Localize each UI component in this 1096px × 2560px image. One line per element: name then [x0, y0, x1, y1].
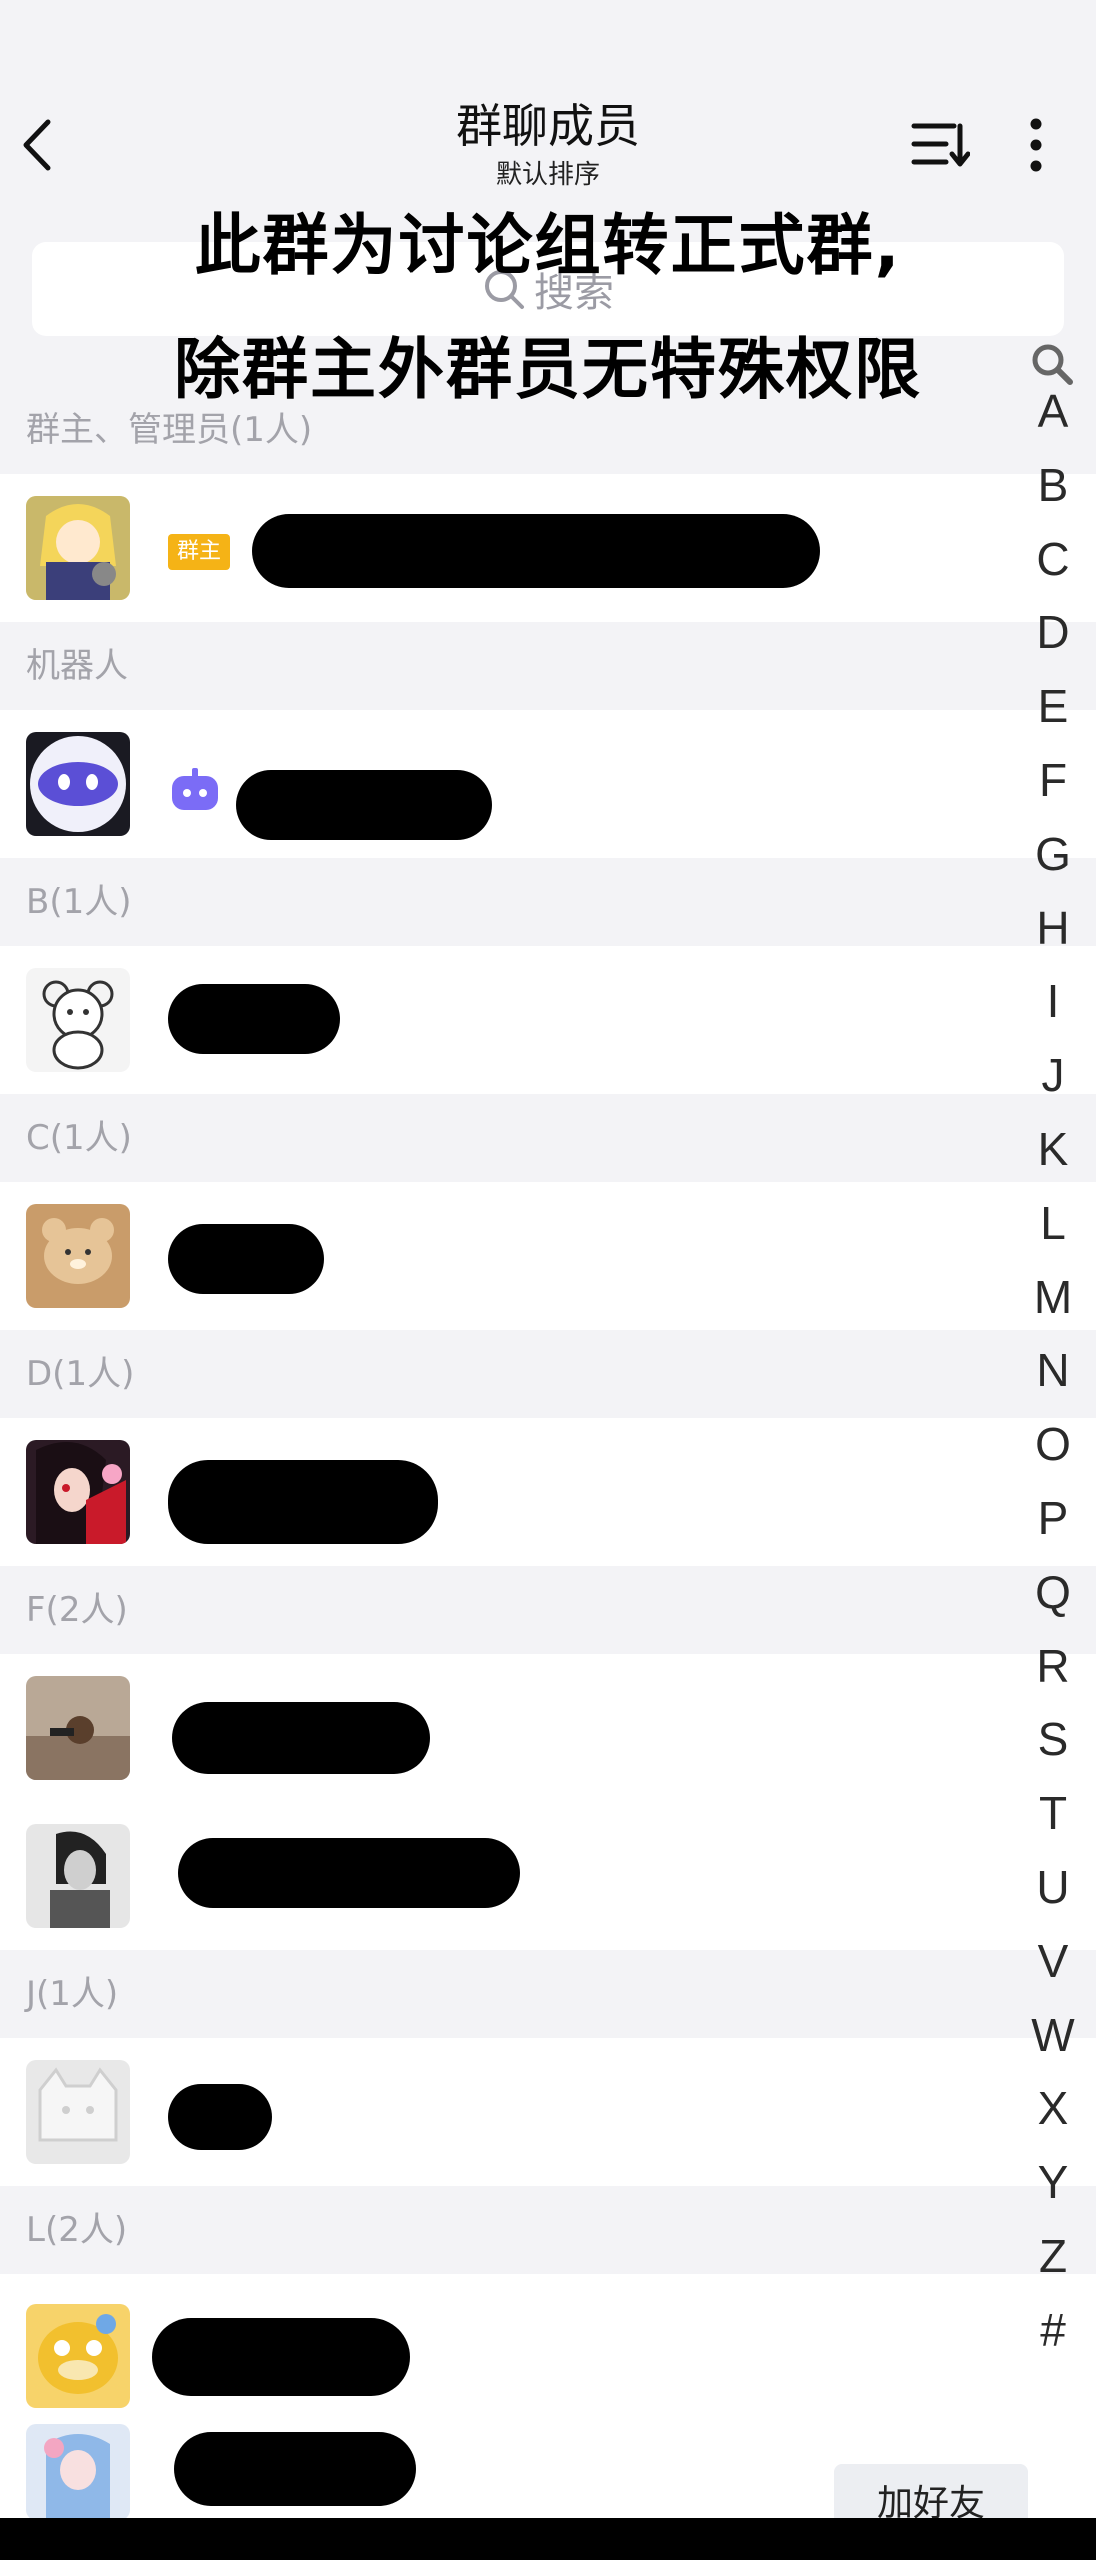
- index-letter-b[interactable]: B: [1020, 458, 1086, 512]
- robot-icon: [168, 768, 222, 812]
- member-row[interactable]: [0, 2038, 1096, 2186]
- index-letter-y[interactable]: Y: [1020, 2155, 1086, 2209]
- index-letter-l[interactable]: L: [1020, 1196, 1086, 1250]
- section-header-j: J(1人): [26, 1974, 119, 2014]
- avatar: [26, 968, 130, 1072]
- section-header-robots: 机器人: [26, 646, 128, 686]
- index-letter-p[interactable]: P: [1020, 1491, 1086, 1545]
- index-letter-m[interactable]: M: [1020, 1270, 1086, 1324]
- index-letter-w[interactable]: W: [1020, 2008, 1086, 2062]
- index-letter-v[interactable]: V: [1020, 1934, 1086, 1988]
- avatar: [26, 1204, 130, 1308]
- member-row[interactable]: [0, 1182, 1096, 1330]
- member-row[interactable]: [0, 1802, 1096, 1950]
- owner-badge: 群主: [168, 534, 230, 570]
- section-header-f: F(2人): [26, 1590, 128, 1630]
- redacted-name: [168, 1224, 324, 1294]
- avatar: [26, 2304, 130, 2408]
- index-letter-d[interactable]: D: [1020, 605, 1086, 659]
- redacted-name: [172, 1702, 430, 1774]
- index-letter-hash[interactable]: #: [1020, 2303, 1086, 2357]
- more-menu-button[interactable]: [1018, 116, 1054, 174]
- member-row[interactable]: 群主: [0, 474, 1096, 622]
- member-row[interactable]: [0, 710, 1096, 858]
- section-header-d: D(1人): [26, 1354, 135, 1394]
- index-letter-c[interactable]: C: [1020, 532, 1086, 586]
- redacted-name: [178, 1838, 520, 1908]
- section-header-owners: 群主、管理员(1人): [26, 410, 313, 450]
- index-letter-q[interactable]: Q: [1020, 1565, 1086, 1619]
- index-letter-j[interactable]: J: [1020, 1048, 1086, 1102]
- avatar: [26, 1440, 130, 1544]
- index-letter-z[interactable]: Z: [1020, 2229, 1086, 2283]
- sort-button[interactable]: [910, 118, 971, 170]
- sort-icon: [911, 123, 971, 167]
- index-letter-n[interactable]: N: [1020, 1343, 1086, 1397]
- member-row[interactable]: [0, 2274, 1096, 2422]
- index-letter-o[interactable]: O: [1020, 1417, 1086, 1471]
- redacted-name: [174, 2432, 416, 2506]
- index-letter-e[interactable]: E: [1020, 679, 1086, 733]
- section-header-c: C(1人): [26, 1118, 132, 1158]
- avatar: [26, 496, 130, 600]
- avatar: [26, 2060, 130, 2164]
- index-letter-g[interactable]: G: [1020, 827, 1086, 881]
- redacted-name: [168, 984, 340, 1054]
- avatar: [26, 1824, 130, 1928]
- index-letter-t[interactable]: T: [1020, 1786, 1086, 1840]
- redacted-name: [168, 1460, 438, 1544]
- index-letter-h[interactable]: H: [1020, 901, 1086, 955]
- index-letter-u[interactable]: U: [1020, 1860, 1086, 1914]
- redacted-name: [236, 770, 492, 840]
- member-list-group: [0, 1654, 1096, 1950]
- member-row[interactable]: [0, 1418, 1096, 1566]
- member-row[interactable]: [0, 1654, 1096, 1802]
- redacted-name: [252, 514, 820, 588]
- redacted-name: [168, 2084, 272, 2150]
- index-letter-a[interactable]: A: [1020, 384, 1086, 438]
- avatar: [26, 1676, 130, 1780]
- more-vertical-icon: [1030, 118, 1042, 172]
- avatar: [26, 2424, 130, 2520]
- index-letter-s[interactable]: S: [1020, 1712, 1086, 1766]
- section-header-b: B(1人): [26, 882, 132, 922]
- index-letter-k[interactable]: K: [1020, 1122, 1086, 1176]
- navigation-bar: [0, 2518, 1096, 2560]
- avatar: [26, 732, 130, 836]
- notice-line-1: 此群为讨论组转正式群,: [194, 207, 902, 284]
- member-row[interactable]: [0, 946, 1096, 1094]
- redacted-name: [152, 2318, 410, 2396]
- section-header-l: L(2人): [26, 2210, 128, 2250]
- index-letter-f[interactable]: F: [1020, 753, 1086, 807]
- index-letter-x[interactable]: X: [1020, 2081, 1086, 2135]
- index-letter-r[interactable]: R: [1020, 1639, 1086, 1693]
- index-letter-i[interactable]: I: [1020, 974, 1086, 1028]
